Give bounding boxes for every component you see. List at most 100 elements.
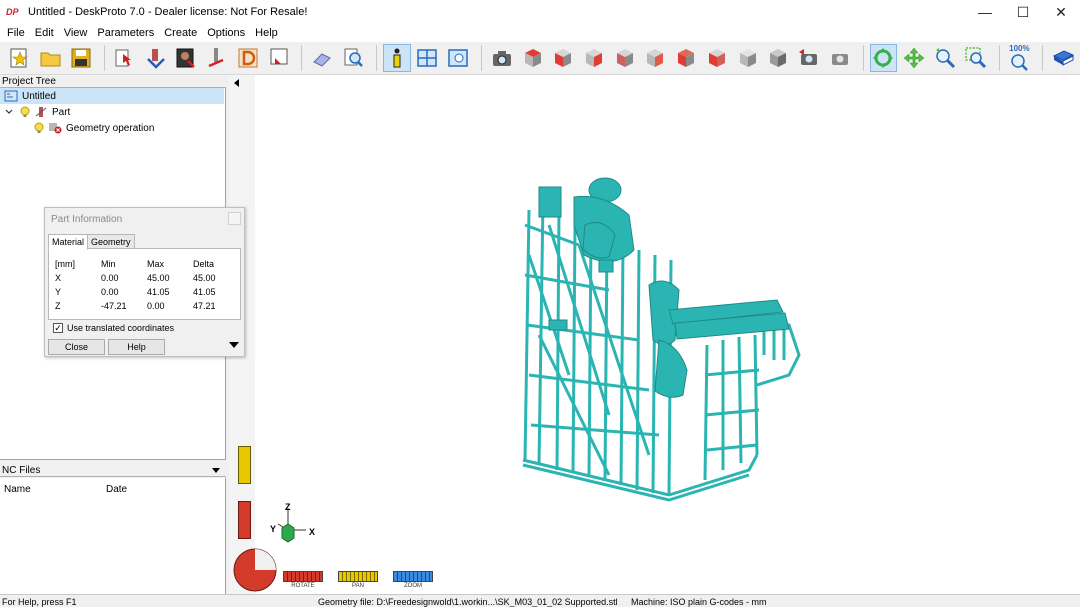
- previous-view-button[interactable]: [795, 44, 823, 72]
- minimize-button[interactable]: —: [966, 0, 1004, 24]
- title-bar: DP Untitled - DeskProto 7.0 - Dealer lic…: [0, 0, 1080, 24]
- translated-coords-checkbox-row[interactable]: ✓ Use translated coordinates: [53, 323, 174, 333]
- status-geometry-file: Geometry file: D:\Freedesignwold\1.worki…: [318, 597, 618, 607]
- tree-item-geometry-operation[interactable]: Geometry operation: [34, 120, 154, 136]
- zoom-mode-bar[interactable]: [393, 571, 433, 582]
- row-x-delta: 45.00: [193, 273, 216, 283]
- rotate-dial-icon[interactable]: [233, 548, 277, 592]
- drawing-button[interactable]: [234, 44, 262, 72]
- close-button[interactable]: Close: [48, 339, 105, 355]
- zoom-slider-red[interactable]: [238, 501, 251, 539]
- row-y-max: 41.05: [147, 287, 170, 297]
- tool-button[interactable]: [203, 44, 231, 72]
- rotate-mode-label: ROTATE: [291, 583, 315, 589]
- part-information-button[interactable]: [382, 44, 411, 72]
- pan-mode-button[interactable]: [900, 44, 928, 72]
- lightbulb-icon[interactable]: [20, 106, 30, 118]
- window-grid-icon: [417, 49, 438, 67]
- zoom-mode-label: ZOOM: [404, 583, 422, 589]
- row-z-max: 0.00: [147, 301, 165, 311]
- translated-coords-checkbox[interactable]: ✓: [53, 323, 63, 333]
- row-y-delta: 41.05: [193, 287, 216, 297]
- project-tree-header: Project Tree: [0, 75, 226, 88]
- preview-button[interactable]: [444, 44, 472, 72]
- toolbar: 100%: [0, 42, 1080, 75]
- close-window-button[interactable]: ✕: [1042, 0, 1080, 24]
- dropdown-arrow-icon[interactable]: [211, 467, 221, 475]
- bitmap-button[interactable]: [173, 44, 201, 72]
- status-machine: Machine: ISO plain G-codes - mm: [631, 597, 767, 607]
- export-button[interactable]: [265, 44, 293, 72]
- zoom-mode-button[interactable]: [931, 44, 959, 72]
- export-icon: [270, 48, 288, 65]
- menu-file[interactable]: File: [2, 27, 30, 39]
- view-iso3-button[interactable]: [764, 44, 792, 72]
- nc-files-header: NC Files: [0, 464, 226, 477]
- column-header-date[interactable]: Date: [106, 484, 127, 495]
- rotate-arrows-icon: [873, 48, 894, 68]
- dimensions-table: [mm] Min Max Delta X 0.00 45.00 45.00 Y …: [48, 248, 241, 320]
- view-right-button[interactable]: [580, 44, 608, 72]
- tree-item-label: Part: [52, 106, 71, 118]
- lightbulb-icon[interactable]: [34, 122, 44, 134]
- menu-view[interactable]: View: [59, 27, 93, 39]
- row-x-max: 45.00: [147, 273, 170, 283]
- layout-button[interactable]: [414, 44, 442, 72]
- view-iso2-button[interactable]: [734, 44, 762, 72]
- photo-icon: [176, 48, 196, 68]
- help-book-button[interactable]: [1049, 44, 1077, 72]
- save-button[interactable]: [67, 44, 95, 72]
- dialog-close-button[interactable]: [228, 212, 241, 225]
- column-header-name[interactable]: Name: [4, 484, 31, 495]
- load-geometry-button[interactable]: [111, 44, 139, 72]
- view-bottom-button[interactable]: [672, 44, 700, 72]
- help-button[interactable]: Help: [108, 339, 165, 355]
- window-controls: — ☐ ✕: [966, 0, 1080, 24]
- expand-arrow-icon[interactable]: [229, 342, 239, 348]
- operation-error-icon: [49, 123, 62, 134]
- menu-help[interactable]: Help: [250, 27, 283, 39]
- zoom-magnifier-icon: [1011, 54, 1029, 71]
- tab-material[interactable]: Material: [48, 234, 89, 250]
- status-help: For Help, press F1: [2, 597, 77, 607]
- cube-left-icon: [647, 49, 664, 67]
- open-button[interactable]: [37, 44, 65, 72]
- d-letter-icon: [238, 48, 258, 68]
- view-left-button[interactable]: [642, 44, 670, 72]
- zoom-100-label: 100%: [1009, 44, 1030, 53]
- tree-item-untitled[interactable]: Untitled: [0, 88, 224, 104]
- window-zoom-icon: [448, 49, 468, 67]
- inspect-button[interactable]: [339, 44, 367, 72]
- pan-slider-yellow[interactable]: [238, 446, 251, 484]
- view-top-button[interactable]: [519, 44, 547, 72]
- next-view-button[interactable]: [826, 44, 854, 72]
- toolbar-separator: [104, 45, 106, 71]
- zoom-window-button[interactable]: [962, 44, 990, 72]
- camera-view-button[interactable]: [488, 44, 516, 72]
- zoom-100-button[interactable]: 100%: [1006, 44, 1034, 72]
- new-project-button[interactable]: [6, 44, 34, 72]
- zoom-in-icon: [935, 48, 955, 69]
- view-back-button[interactable]: [611, 44, 639, 72]
- tree-item-part[interactable]: Part: [4, 104, 70, 120]
- maximize-button[interactable]: ☐: [1004, 0, 1042, 24]
- 3d-viewport[interactable]: [229, 75, 1080, 594]
- nc-files-panel: Name Date: [0, 478, 226, 594]
- add-part-button[interactable]: [142, 44, 170, 72]
- window-title: Untitled - DeskProto 7.0 - Dealer licens…: [28, 6, 308, 18]
- eraser-icon: [313, 53, 332, 67]
- cube-iso-icon: [708, 49, 725, 67]
- menu-options[interactable]: Options: [202, 27, 250, 39]
- menu-parameters[interactable]: Parameters: [92, 27, 159, 39]
- pan-mode-bar[interactable]: [338, 571, 378, 582]
- view-front-button[interactable]: [549, 44, 577, 72]
- collapse-left-icon[interactable]: [233, 79, 241, 87]
- rotate-mode-button[interactable]: [869, 44, 898, 72]
- rotate-mode-bar[interactable]: [283, 571, 323, 582]
- view-iso-button[interactable]: [703, 44, 731, 72]
- collapse-chevron-icon[interactable]: [4, 107, 14, 117]
- menu-create[interactable]: Create: [159, 27, 202, 39]
- cube-bottom-icon: [678, 49, 695, 67]
- menu-edit[interactable]: Edit: [30, 27, 59, 39]
- eraser-button[interactable]: [308, 44, 336, 72]
